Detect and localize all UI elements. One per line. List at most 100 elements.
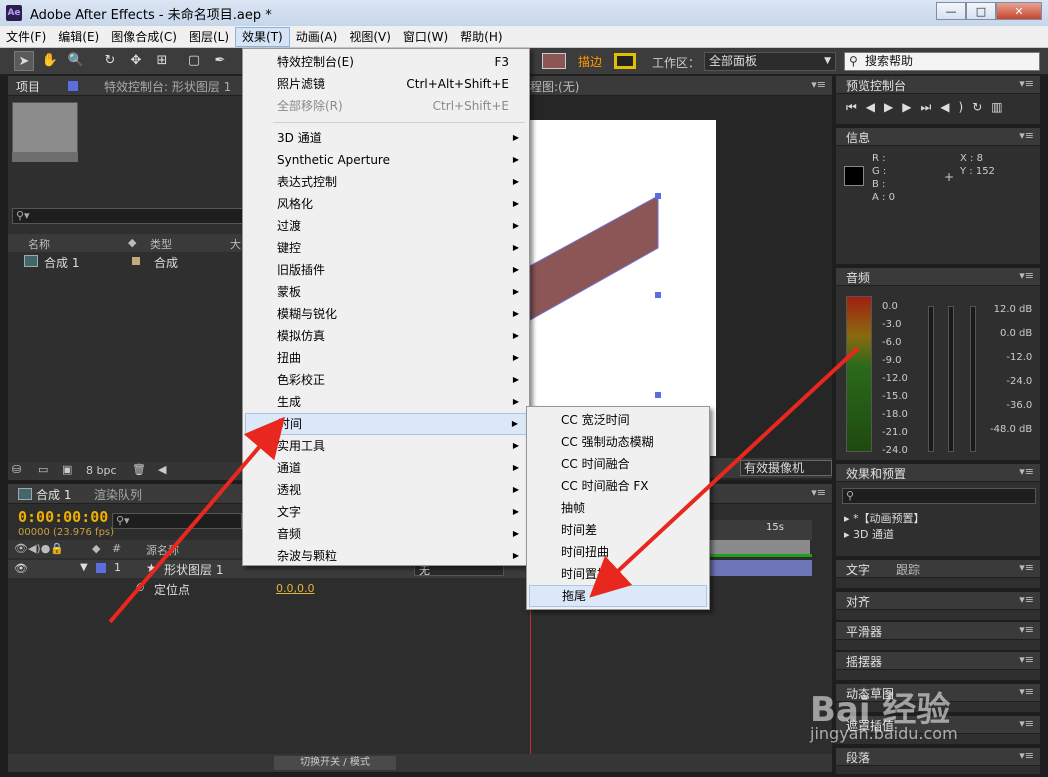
playback-controls[interactable]: ⏮◀▶▶⏭◀)↻▥: [846, 100, 1012, 115]
menu-item-category-6[interactable]: 旧版插件 ▶: [245, 259, 527, 281]
tab-comp-1[interactable]: 合成 1: [36, 486, 71, 503]
menu-window[interactable]: 窗口(W): [397, 27, 454, 47]
panel-menu-icon[interactable]: ▾≡: [1019, 623, 1034, 636]
panel-menu-icon[interactable]: ▾≡: [1019, 653, 1034, 666]
menu-item-category-0[interactable]: 3D 通道 ▶: [245, 127, 527, 149]
menu-file[interactable]: 文件(F): [0, 27, 52, 47]
menu-item-category-2[interactable]: 表达式控制 ▶: [245, 171, 527, 193]
submenu-item-2[interactable]: CC 时间融合: [529, 453, 707, 475]
col-source-name[interactable]: 源名称: [146, 542, 179, 558]
new-folder-icon[interactable]: ▭: [38, 463, 48, 476]
stroke-label[interactable]: 描边: [578, 53, 602, 70]
workspace-select[interactable]: 全部面板 ▼: [704, 52, 836, 71]
tab-paragraph[interactable]: 段落: [846, 749, 870, 766]
tab-preview[interactable]: 预览控制台: [846, 77, 906, 94]
col-size[interactable]: 大: [230, 236, 241, 252]
timeline-search-input[interactable]: ⚲▾: [112, 513, 242, 529]
layer-name[interactable]: 形状图层 1: [164, 561, 223, 578]
menu-item-category-5[interactable]: 键控 ▶: [245, 237, 527, 259]
toggle-switches-modes-button[interactable]: 切换开关 / 模式: [274, 756, 396, 770]
panel-menu-icon[interactable]: ▾≡: [1019, 561, 1034, 574]
audio-slider-left[interactable]: [928, 306, 934, 452]
panel-menu-icon[interactable]: ▾≡: [811, 486, 826, 499]
rectangle-tool-icon[interactable]: ▢: [184, 51, 204, 71]
panel-menu-icon[interactable]: ▾≡: [1019, 717, 1034, 730]
menu-item-category-15[interactable]: 通道 ▶: [245, 457, 527, 479]
tab-effect-controls[interactable]: 特效控制台: 形状图层 1: [104, 78, 231, 95]
submenu-item-6[interactable]: 时间扭曲: [529, 541, 707, 563]
col-type[interactable]: 类型: [150, 236, 172, 252]
project-search-input[interactable]: ⚲▾: [12, 208, 244, 224]
close-button[interactable]: ✕: [996, 2, 1042, 20]
current-time-indicator[interactable]: [530, 600, 531, 754]
help-search-input[interactable]: ⚲ 搜索帮助: [844, 52, 1040, 71]
effects-search-input[interactable]: ⚲: [842, 488, 1036, 504]
menu-item-category-13[interactable]: 时间 ▶: [245, 413, 527, 435]
time-ruler[interactable]: [706, 520, 812, 540]
submenu-item-1[interactable]: CC 强制动态模糊: [529, 431, 707, 453]
panel-menu-icon[interactable]: ▾≡: [1019, 749, 1034, 762]
menu-item-top-0[interactable]: 特效控制台(E) F3: [245, 51, 527, 73]
menu-item-category-3[interactable]: 风格化 ▶: [245, 193, 527, 215]
stopwatch-icon[interactable]: ⏱: [136, 581, 145, 595]
tab-tracker[interactable]: 跟踪: [896, 561, 920, 578]
fill-color-swatch[interactable]: [542, 53, 566, 69]
eye-icon[interactable]: 👁: [14, 562, 28, 575]
menu-item-category-16[interactable]: 透视 ▶: [245, 479, 527, 501]
panel-menu-icon[interactable]: ▾≡: [1019, 593, 1034, 606]
hand-tool-icon[interactable]: ✋: [40, 51, 60, 71]
trash-icon[interactable]: 🗑: [132, 463, 146, 476]
current-timecode[interactable]: 0:00:00:00: [18, 508, 108, 526]
maximize-button[interactable]: □: [966, 2, 996, 20]
layer-duration-bar[interactable]: [706, 560, 812, 576]
menu-item-category-8[interactable]: 模糊与锐化 ▶: [245, 303, 527, 325]
panel-menu-icon[interactable]: ▾≡: [1019, 685, 1034, 698]
submenu-item-5[interactable]: 时间差: [529, 519, 707, 541]
menu-item-category-10[interactable]: 扭曲 ▶: [245, 347, 527, 369]
menu-item-category-7[interactable]: 蒙板 ▶: [245, 281, 527, 303]
menu-view[interactable]: 视图(V): [343, 27, 397, 47]
menu-item-category-11[interactable]: 色彩校正 ▶: [245, 369, 527, 391]
minimize-button[interactable]: —: [936, 2, 966, 20]
submenu-item-3[interactable]: CC 时间融合 FX: [529, 475, 707, 497]
menu-item-category-19[interactable]: 杂波与颗粒 ▶: [245, 545, 527, 567]
menu-item-top-2[interactable]: 全部移除(R) Ctrl+Shift+E: [245, 95, 527, 117]
menu-item-category-14[interactable]: 实用工具 ▶: [245, 435, 527, 457]
active-camera-select[interactable]: 有效摄像机: [740, 460, 832, 476]
audio-slider-center[interactable]: [948, 306, 954, 452]
rotate-tool-icon[interactable]: ↻: [100, 51, 120, 71]
tab-info[interactable]: 信息: [846, 129, 870, 146]
stroke-color-swatch[interactable]: [614, 53, 636, 69]
panel-menu-icon[interactable]: ▾≡: [811, 78, 826, 91]
tab-align[interactable]: 对齐: [846, 593, 870, 610]
menu-item-category-9[interactable]: 模拟仿真 ▶: [245, 325, 527, 347]
panel-menu-icon[interactable]: ▾≡: [1019, 129, 1034, 142]
menu-effect[interactable]: 效果(T): [235, 26, 290, 47]
tab-audio[interactable]: 音频: [846, 269, 870, 286]
zoom-tool-icon[interactable]: 🔍: [66, 51, 86, 71]
col-name[interactable]: 名称: [28, 236, 50, 252]
menu-item-category-18[interactable]: 音频 ▶: [245, 523, 527, 545]
orbit-camera-icon[interactable]: ✥: [126, 51, 146, 71]
submenu-item-0[interactable]: CC 宽泛时间: [529, 409, 707, 431]
submenu-item-4[interactable]: 抽帧: [529, 497, 707, 519]
pen-tool-icon[interactable]: ✒: [210, 51, 230, 71]
bit-depth[interactable]: 8 bpc: [86, 464, 117, 477]
menu-edit[interactable]: 编辑(E): [52, 27, 105, 47]
menu-help[interactable]: 帮助(H): [454, 27, 508, 47]
tab-character[interactable]: 文字: [846, 561, 870, 578]
menu-item-category-12[interactable]: 生成 ▶: [245, 391, 527, 413]
tab-smoother[interactable]: 平滑器: [846, 623, 882, 640]
list-item[interactable]: 合成 1 合成: [8, 253, 244, 271]
list-item[interactable]: ▸ *【动画预置】: [844, 510, 925, 526]
expand-arrow-icon[interactable]: ▼: [80, 562, 88, 573]
tab-effects-presets[interactable]: 效果和预置: [846, 465, 906, 482]
pan-behind-icon[interactable]: ⊞: [152, 51, 172, 71]
submenu-item-8[interactable]: 拖尾: [529, 585, 707, 607]
submenu-item-7[interactable]: 时间置换: [529, 563, 707, 585]
menu-layer[interactable]: 图层(L): [183, 27, 235, 47]
table-row[interactable]: ⏱ 定位点: [8, 580, 528, 598]
tab-wiggler[interactable]: 摇摆器: [846, 653, 882, 670]
interpret-footage-icon[interactable]: ⛁: [12, 463, 21, 476]
audio-slider-right[interactable]: [970, 306, 976, 452]
